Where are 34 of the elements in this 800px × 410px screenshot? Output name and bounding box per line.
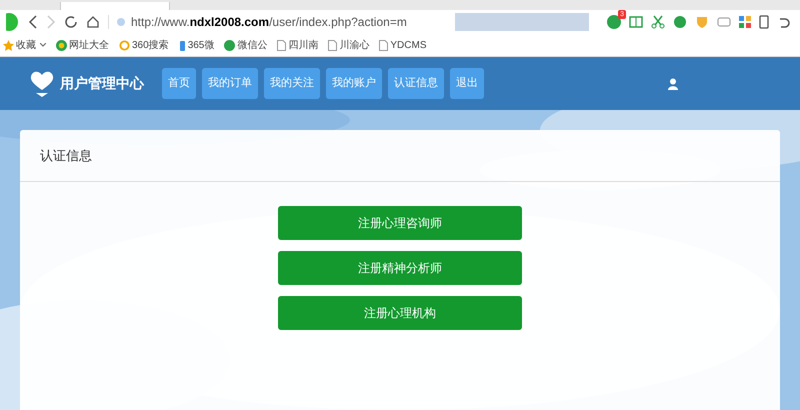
page-icon [328, 40, 338, 50]
star-icon [3, 40, 14, 50]
bookmark-link[interactable]: 川渝心 [339, 38, 370, 52]
bookmark-link[interactable]: 微信公 [237, 38, 268, 52]
site-title: 用户管理中心 [60, 74, 144, 93]
phone-icon[interactable] [759, 15, 769, 29]
bookmark-link[interactable]: 四川南 [288, 38, 318, 52]
home-icon[interactable] [86, 15, 100, 29]
bookmark-link[interactable]: 365微 [188, 38, 214, 52]
page-icon [379, 40, 388, 50]
bottle-icon [178, 39, 186, 51]
bookmark-link[interactable]: 网址大全 [69, 38, 109, 52]
search-field[interactable] [455, 13, 589, 31]
register-button[interactable]: 注册心理咨询师 [278, 206, 522, 240]
bookmark-link[interactable]: 360搜索 [132, 38, 169, 52]
heart-logo-icon [28, 70, 56, 98]
reload-icon[interactable] [64, 15, 78, 29]
browser-logo-icon [6, 13, 20, 31]
user-icon[interactable] [668, 78, 678, 90]
bookmark-link[interactable]: 收藏 [16, 38, 36, 52]
register-button[interactable]: 注册精神分析师 [278, 251, 522, 285]
extension-icon[interactable] [607, 15, 621, 29]
gamepad-icon[interactable] [717, 15, 731, 29]
panel-title: 认证信息 [40, 146, 92, 165]
dropdown-caret-icon[interactable] [40, 43, 46, 47]
back-icon[interactable] [28, 15, 38, 29]
ring-icon [119, 40, 130, 50]
book-icon[interactable] [629, 15, 643, 29]
scissors-icon[interactable] [651, 15, 665, 29]
globe-icon [56, 40, 67, 50]
page-icon [277, 40, 286, 50]
grid-icon[interactable] [739, 16, 751, 28]
bookmark-link[interactable]: YDCMS [390, 38, 426, 52]
register-button[interactable]: 注册心理机构 [278, 296, 522, 330]
